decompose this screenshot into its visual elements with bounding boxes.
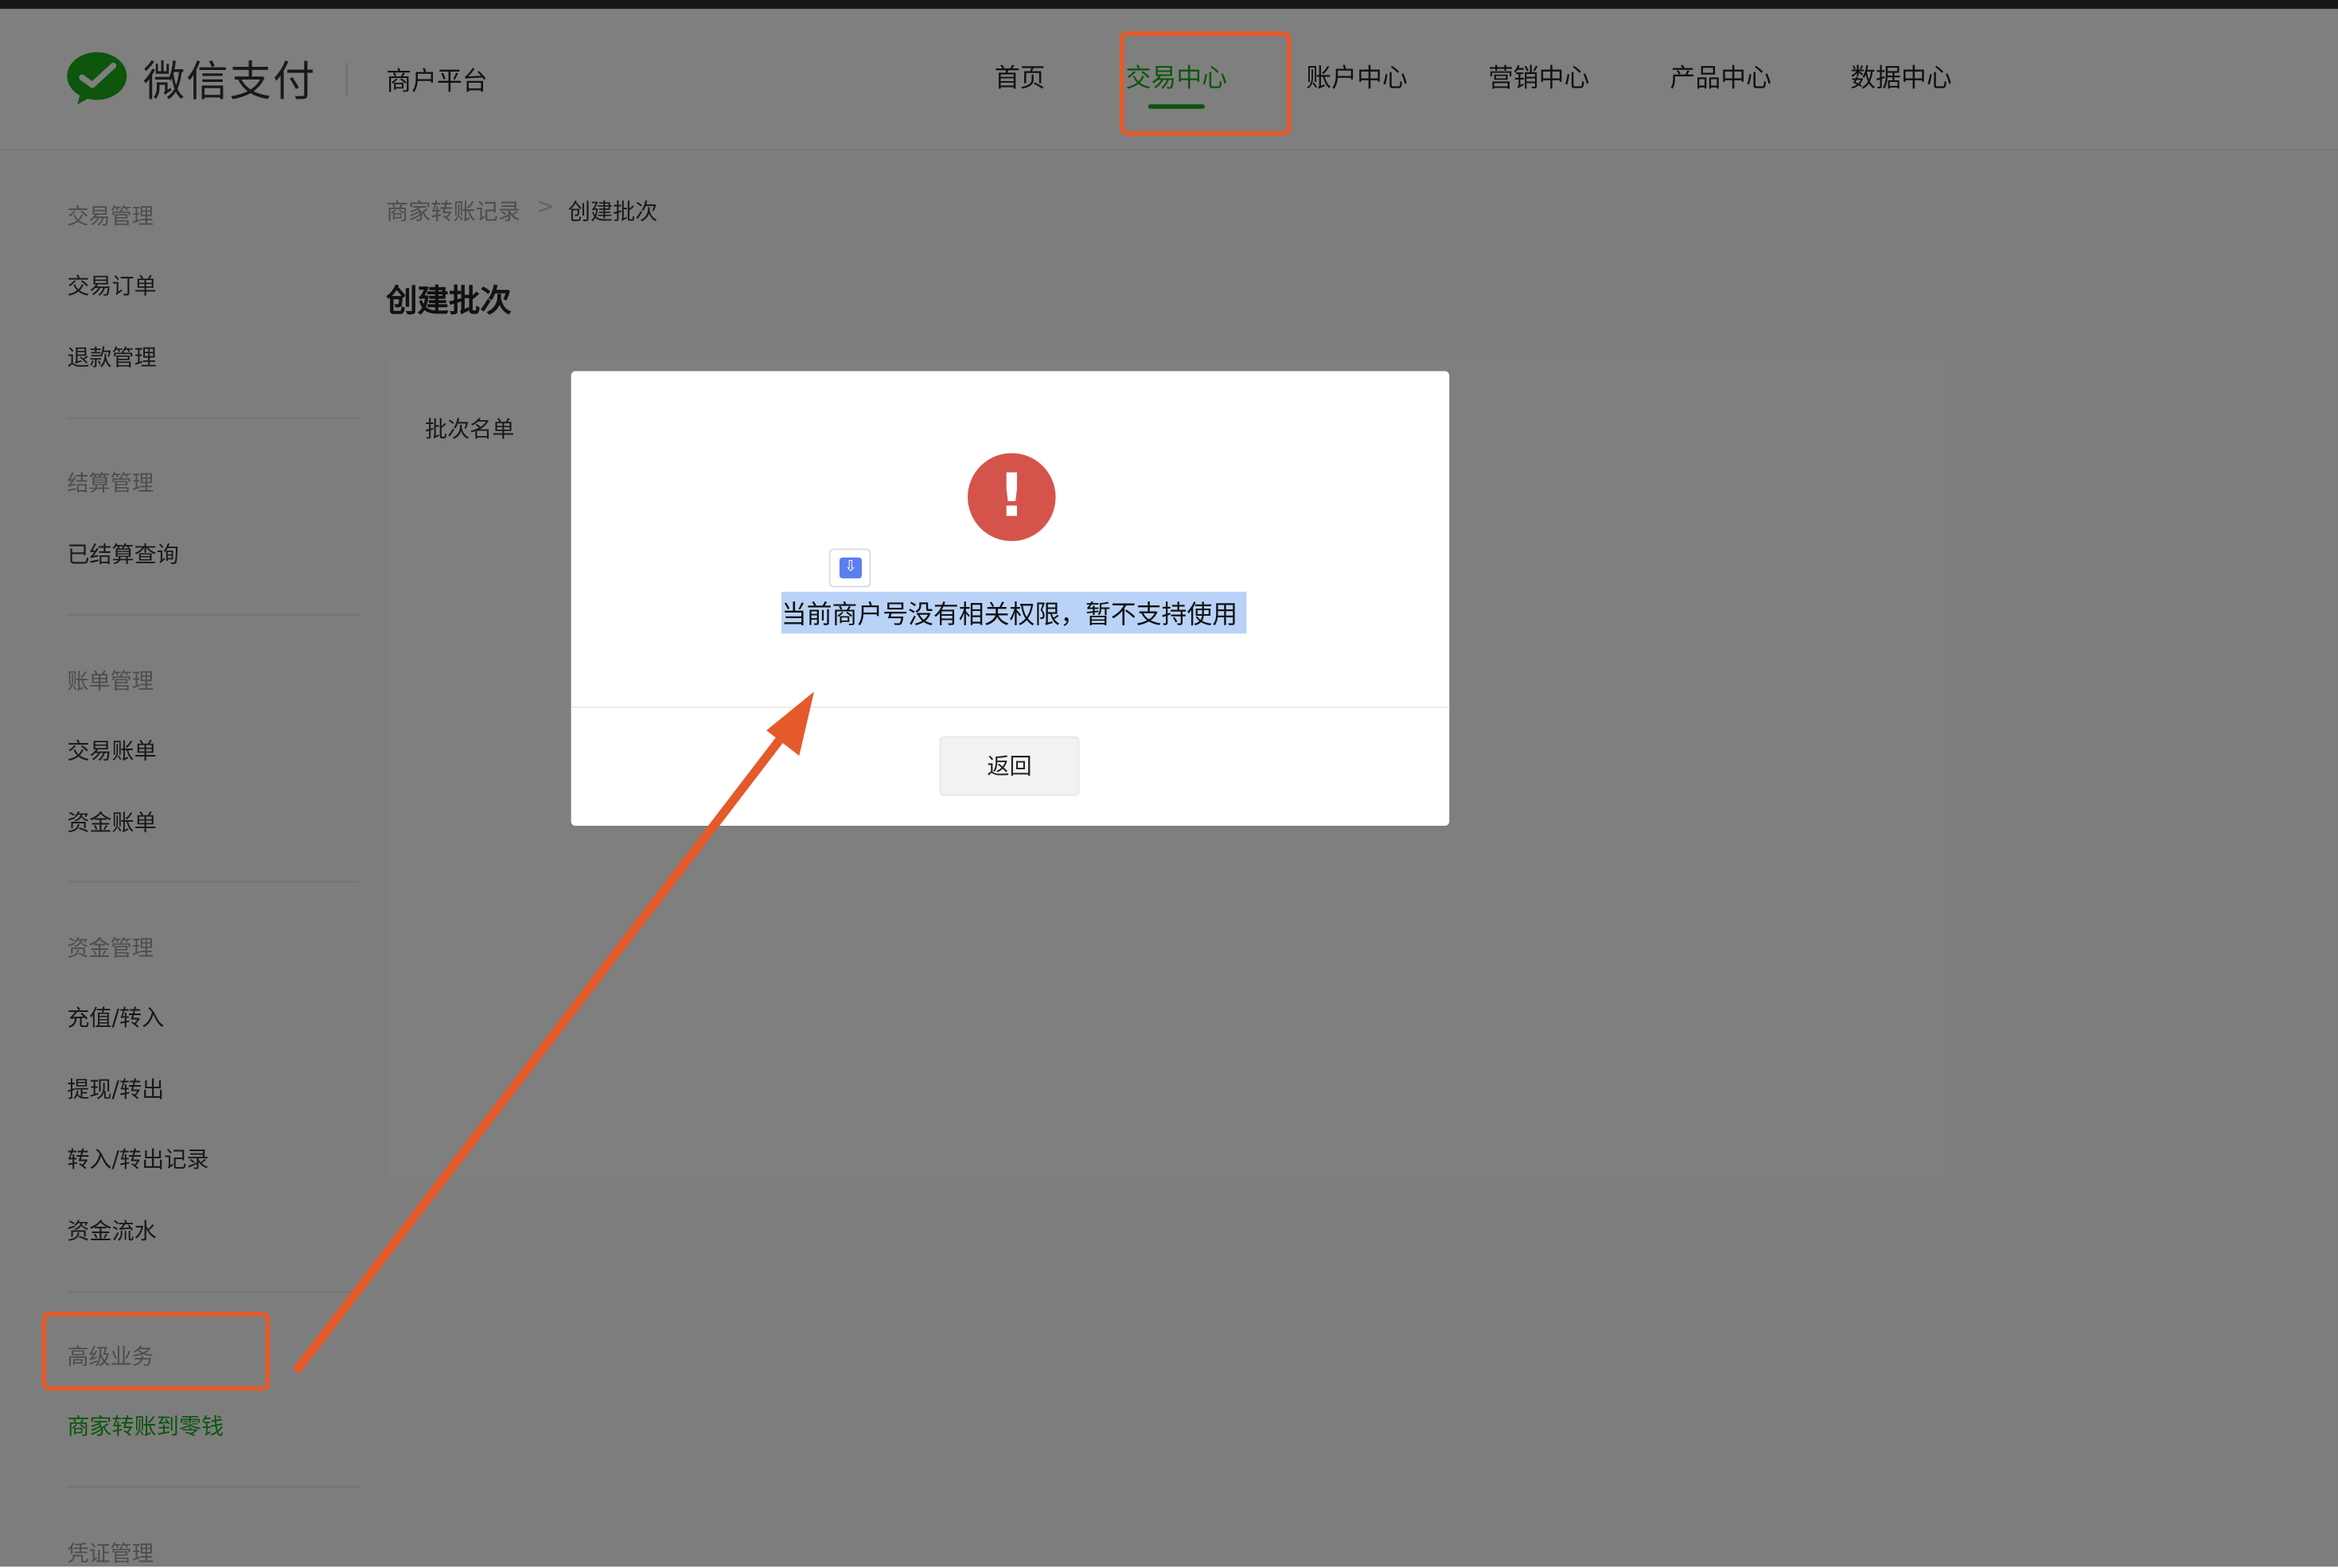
annotation-arrow xyxy=(294,691,815,1373)
page: 微信支付 商户平台 首页 交易中心 账户中心 营销中心 产品中心 数据中心 交易… xyxy=(0,0,2338,1567)
